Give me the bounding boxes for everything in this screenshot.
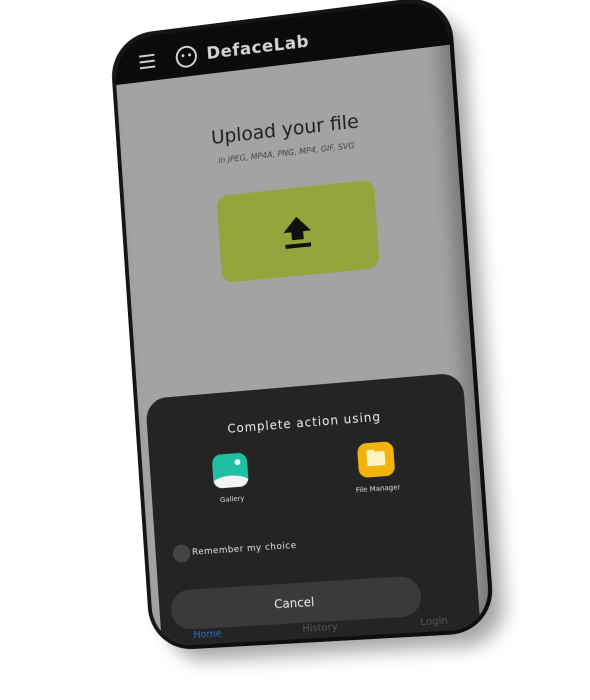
upload-button[interactable] <box>216 179 380 283</box>
scene: DefaceLab Upload your file in JPEG, MP4A… <box>0 0 590 700</box>
app-label-gallery: Gallery <box>179 491 286 507</box>
remember-choice[interactable]: Remember my choice <box>172 537 297 563</box>
folder-icon <box>357 441 395 478</box>
app-option-file-manager[interactable]: File Manager <box>320 438 434 497</box>
remember-radio[interactable] <box>172 544 190 563</box>
nav-history[interactable]: History <box>302 621 338 634</box>
action-chooser-sheet: Complete action using Gallery File Manag… <box>145 372 480 646</box>
menu-icon[interactable] <box>139 54 155 70</box>
app-title: DefaceLab <box>206 32 310 64</box>
phone-frame: DefaceLab Upload your file in JPEG, MP4A… <box>113 0 491 647</box>
app-top-bar: DefaceLab <box>113 0 449 85</box>
gallery-icon <box>212 452 249 488</box>
app-label-file-manager: File Manager <box>323 481 434 497</box>
nav-home[interactable]: Home <box>193 628 222 641</box>
upload-arrow-icon <box>279 212 315 251</box>
remember-label: Remember my choice <box>192 541 297 558</box>
face-logo-icon <box>175 45 198 69</box>
sheet-title: Complete action using <box>147 403 465 442</box>
nav-login[interactable]: Login <box>420 615 448 628</box>
app-option-gallery[interactable]: Gallery <box>176 450 286 508</box>
